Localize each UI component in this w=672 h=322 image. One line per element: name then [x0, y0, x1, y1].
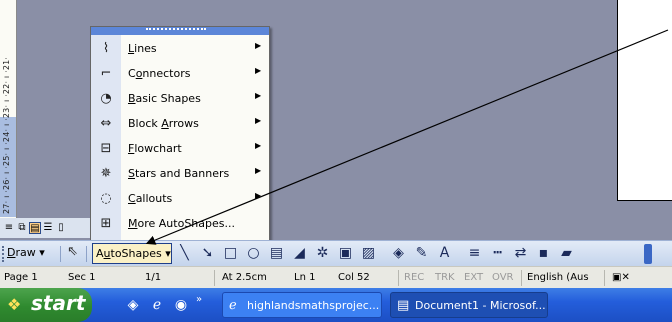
menu-item-callouts[interactable]: ◌ Callouts ▶ — [91, 186, 269, 211]
status-section: Sec 1 — [68, 272, 96, 283]
callouts-icon: ◌ — [100, 191, 112, 206]
status-position: At 2.5cm — [222, 272, 267, 283]
quick-launch-more-icon[interactable]: » — [196, 294, 202, 305]
menu-item-block-arrows[interactable]: ⇔ Block Arrows ▶ — [91, 111, 269, 136]
autoshapes-button[interactable]: AutoShapes ▾ — [92, 243, 172, 264]
menu-item-basic-shapes[interactable]: ◔ Basic Shapes ▶ — [91, 86, 269, 111]
windows-logo-icon: ❖ — [7, 295, 22, 314]
menu-item-label: Basic Shapes — [128, 92, 201, 105]
web-layout-view-icon[interactable]: ⧉ — [16, 222, 28, 234]
submenu-arrow-icon: ▶ — [255, 66, 262, 75]
3d-style-icon[interactable]: ▰ — [558, 245, 575, 262]
taskbar-item-word[interactable]: ▤ Document1 - Microsof... — [390, 292, 548, 318]
ruler-numbers: 27· ı ·26· ı ·25· ı ·24· ı ·23· ı ·22· ı… — [2, 56, 11, 214]
status-language[interactable]: English (Aus — [527, 272, 589, 283]
menu-item-label: Block Arrows — [128, 117, 199, 130]
menu-drag-handle[interactable] — [91, 27, 269, 35]
vertical-ruler[interactable]: 27· ı ·26· ı ·25· ı ·24· ı ·23· ı ·22· ı… — [0, 0, 17, 218]
windows-taskbar: ❖ start ◈ ℯ ◉ » ℯ highlandsmathsprojec..… — [0, 288, 672, 322]
status-rec[interactable]: REC — [404, 272, 424, 283]
media-player-icon[interactable]: ◉ — [172, 296, 190, 314]
submenu-arrow-icon: ▶ — [255, 191, 262, 200]
submenu-arrow-icon: ▶ — [255, 91, 262, 100]
menu-item-label: Flowchart — [128, 142, 182, 155]
line-tool-icon[interactable]: ╲ — [176, 245, 193, 262]
basic-shapes-icon: ◔ — [100, 91, 112, 106]
submenu-arrow-icon: ▶ — [255, 116, 262, 125]
status-divider — [521, 270, 522, 286]
show-desktop-icon[interactable]: ◈ — [124, 296, 142, 314]
shadow-style-icon[interactable]: ▪ — [535, 245, 552, 262]
status-column: Col 52 — [338, 272, 370, 283]
submenu-arrow-icon: ▶ — [255, 141, 262, 150]
status-bar: Page 1 Sec 1 1/1 At 2.5cm Ln 1 Col 52 RE… — [0, 266, 672, 288]
flowchart-icon: ⊟ — [100, 141, 112, 156]
reading-layout-view-icon[interactable]: ▯ — [55, 222, 67, 234]
status-divider — [398, 270, 399, 286]
status-page: Page 1 — [4, 272, 38, 283]
toolbar-options-button[interactable] — [644, 244, 652, 264]
internet-explorer-icon[interactable]: ℯ — [148, 296, 166, 314]
status-divider — [214, 270, 215, 286]
menu-item-flowchart[interactable]: ⊟ Flowchart ▶ — [91, 136, 269, 161]
fill-color-icon[interactable]: ◈ — [390, 245, 407, 262]
arrow-tool-icon[interactable]: ➘ — [199, 245, 216, 262]
toolbar-separator — [60, 246, 61, 262]
taskbar-item-browser[interactable]: ℯ highlandsmathsprojec... — [222, 292, 382, 318]
status-page-count: 1/1 — [145, 272, 162, 283]
menu-item-label: Lines — [128, 42, 157, 55]
spelling-status-icon[interactable]: ▣✕ — [612, 272, 630, 283]
autoshapes-menu: ⌇ Lines ▶ ⌐ Connectors ▶ ◔ Basic Shapes ▶ ⇔ Block … — [90, 26, 270, 245]
rectangle-tool-icon[interactable]: □ — [222, 245, 239, 262]
arrow-style-icon[interactable]: ⇄ — [512, 245, 529, 262]
start-button[interactable]: ❖ start — [0, 288, 92, 322]
menu-item-stars-banners[interactable]: ✵ Stars and Banners ▶ — [91, 161, 269, 186]
textbox-tool-icon[interactable]: ▤ — [268, 245, 285, 262]
normal-view-icon[interactable]: ≡ — [3, 222, 15, 234]
more-autoshapes-icon: ⊞ — [100, 216, 112, 231]
menu-item-label: Connectors — [128, 67, 191, 80]
menu-item-label: Callouts — [128, 192, 173, 205]
status-ovr[interactable]: OVR — [492, 272, 513, 283]
submenu-arrow-icon: ▶ — [255, 166, 262, 175]
status-line: Ln 1 — [294, 272, 316, 283]
draw-menu-button[interactable]: Draw ▾ — [7, 246, 45, 259]
status-ext[interactable]: EXT — [464, 272, 483, 283]
internet-explorer-icon: ℯ — [229, 298, 237, 313]
menu-item-connectors[interactable]: ⌐ Connectors ▶ — [91, 61, 269, 86]
status-trk[interactable]: TRK — [435, 272, 455, 283]
clipart-icon[interactable]: ▣ — [337, 245, 354, 262]
stars-banners-icon: ✵ — [100, 166, 112, 181]
print-layout-view-icon[interactable]: ▤ — [29, 222, 41, 234]
wordart-icon[interactable]: ◢ — [291, 245, 308, 262]
diagram-icon[interactable]: ✲ — [314, 245, 331, 262]
toolbar-grip[interactable] — [2, 246, 5, 262]
line-color-icon[interactable]: ✎ — [413, 245, 430, 262]
status-divider — [604, 270, 605, 286]
block-arrows-icon: ⇔ — [100, 116, 112, 131]
document-page[interactable] — [617, 0, 672, 201]
menu-item-label: Stars and Banners — [128, 167, 230, 180]
line-style-icon[interactable]: ≡ — [466, 245, 483, 262]
menu-item-more-autoshapes[interactable]: ⊞ More AutoShapes... — [91, 211, 269, 236]
menu-item-lines[interactable]: ⌇ Lines ▶ — [91, 36, 269, 61]
outline-view-icon[interactable]: ☰ — [42, 222, 54, 234]
menu-item-label: More AutoShapes... — [128, 217, 235, 230]
dash-style-icon[interactable]: ┅ — [489, 245, 506, 262]
submenu-arrow-icon: ▶ — [255, 41, 262, 50]
select-objects-icon[interactable]: ⇖ — [67, 244, 78, 259]
lines-icon: ⌇ — [102, 41, 110, 56]
word-document-icon: ▤ — [397, 298, 410, 313]
picture-icon[interactable]: ▨ — [360, 245, 377, 262]
drawing-toolbar: Draw ▾ ⇖ AutoShapes ▾ ╲ ➘ □ ○ ▤ ◢ ✲ ▣ ▨ ◈ ✎ A ≡ ┅ ⇄ ▪ ▰ — [0, 240, 672, 266]
oval-tool-icon[interactable]: ○ — [245, 245, 262, 262]
font-color-icon[interactable]: A — [436, 245, 453, 262]
connectors-icon: ⌐ — [100, 66, 112, 81]
toolbar-separator — [86, 246, 87, 262]
